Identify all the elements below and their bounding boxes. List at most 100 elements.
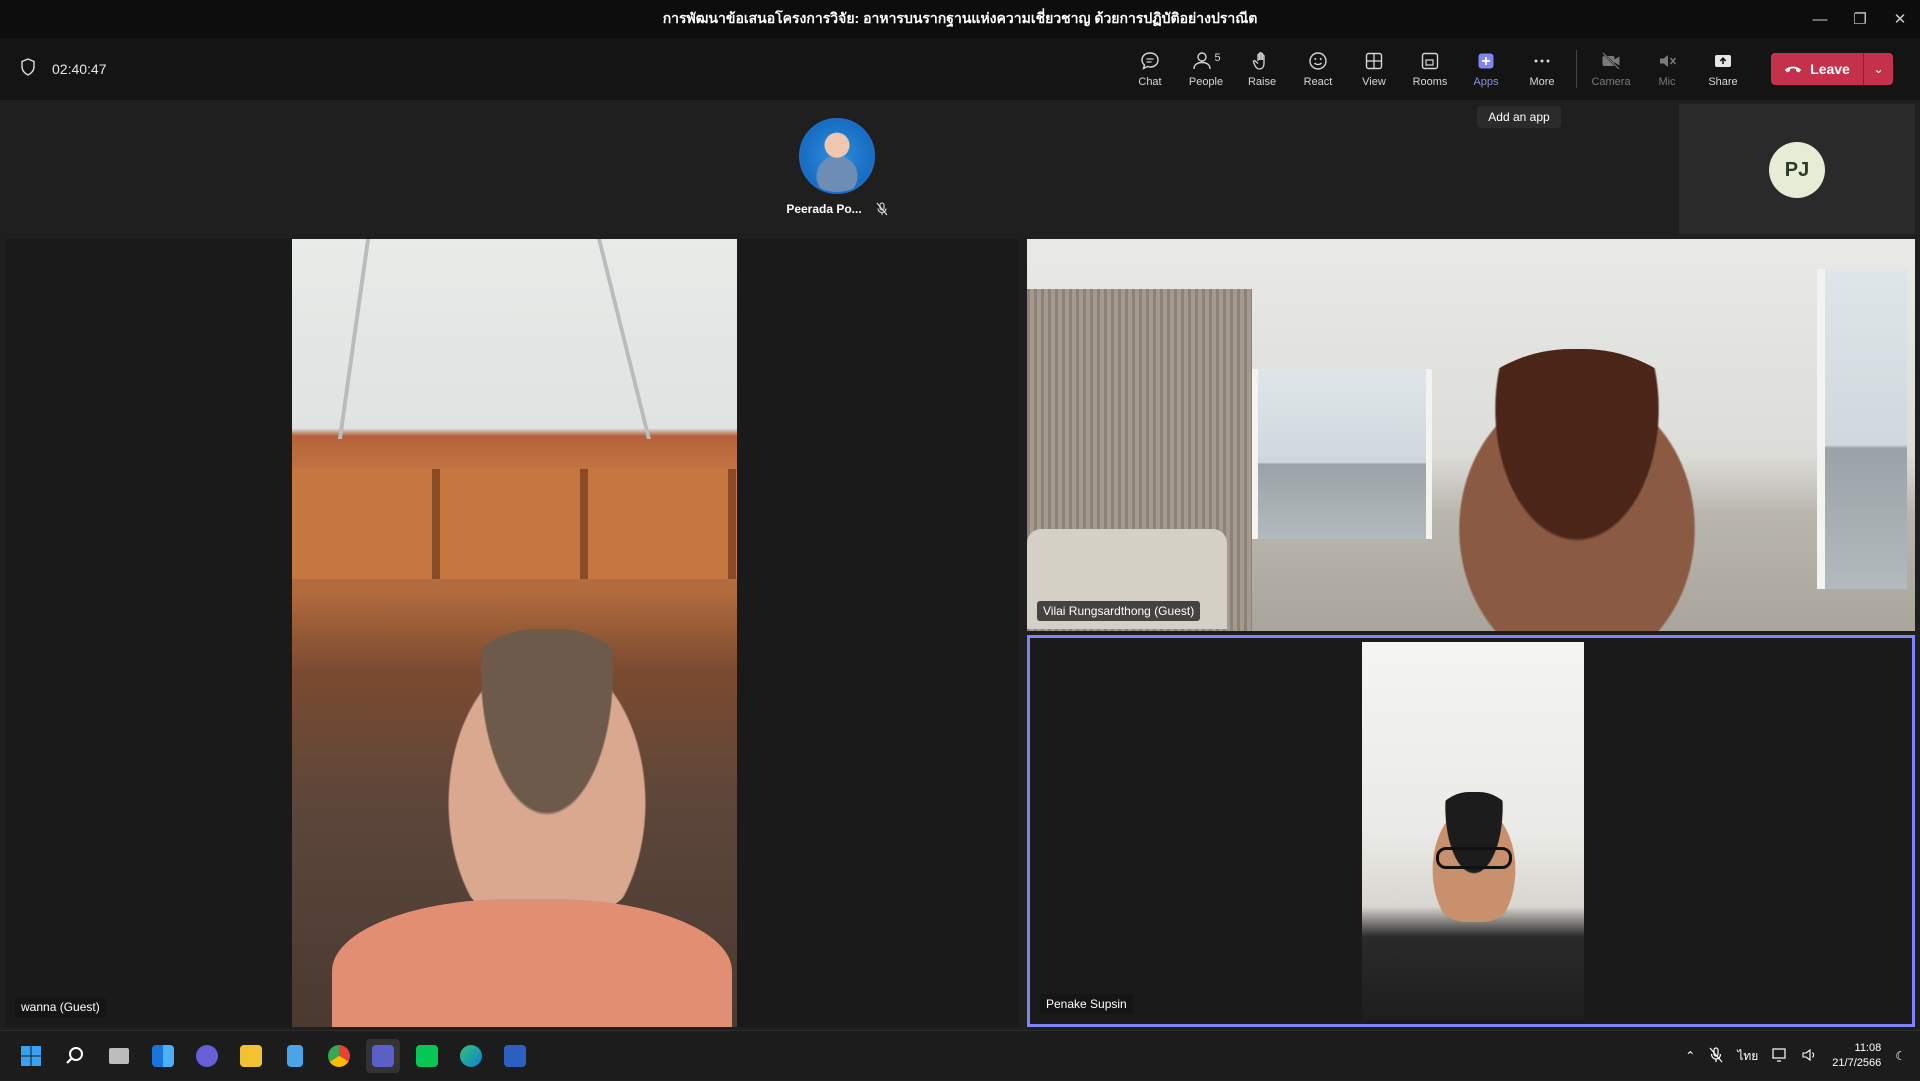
start-windows-icon[interactable] xyxy=(14,1039,48,1073)
people-icon xyxy=(1193,52,1212,70)
shield-icon xyxy=(20,58,36,79)
video-tile-wanna[interactable]: wanna (Guest) xyxy=(5,239,1019,1027)
chrome-icon[interactable] xyxy=(322,1039,356,1073)
video-feed xyxy=(292,239,737,1027)
mic-button[interactable]: Mic xyxy=(1639,44,1695,94)
participant-name: Peerada Po... xyxy=(786,202,862,216)
video-feed xyxy=(1027,239,1915,631)
task-view-icon[interactable] xyxy=(102,1039,136,1073)
leave-control: Leave ⌄ xyxy=(1771,53,1893,85)
share-label: Share xyxy=(1708,76,1738,88)
person-head xyxy=(1427,349,1727,631)
video-tile-penake[interactable]: Penake Supsin xyxy=(1027,635,1915,1027)
notepad-icon[interactable] xyxy=(278,1039,312,1073)
chat-label: Chat xyxy=(1138,76,1162,88)
person-shoulders xyxy=(332,899,732,1027)
word-icon[interactable] xyxy=(498,1039,532,1073)
network-icon[interactable] xyxy=(1772,1047,1788,1065)
title-bar: การพัฒนาข้อเสนอโครงการวิจัย: อาหารบนรากฐ… xyxy=(0,0,1920,38)
raise-label: Raise xyxy=(1247,76,1277,88)
leave-label: Leave xyxy=(1810,61,1850,77)
chevron-up-icon[interactable]: ⌃ xyxy=(1685,1049,1695,1063)
smile-icon xyxy=(1309,52,1327,70)
taskbar-apps xyxy=(14,1039,532,1073)
system-tray: ⌃ ไทย 11:08 21/7/2566 ☾ xyxy=(1685,1031,1906,1081)
avatar xyxy=(799,118,875,194)
restore-icon[interactable]: ❐ xyxy=(1840,0,1880,38)
apps-plus-icon xyxy=(1478,53,1494,69)
chevron-down-icon: ⌄ xyxy=(1873,62,1884,76)
chat-button[interactable]: Chat xyxy=(1122,44,1178,94)
share-icon xyxy=(1715,55,1731,67)
camera-button[interactable]: Camera xyxy=(1583,44,1639,94)
self-view[interactable]: PJ xyxy=(1679,104,1915,234)
cabinet-doors xyxy=(292,469,737,579)
window-sea xyxy=(1817,269,1907,589)
more-button[interactable]: More xyxy=(1514,44,1570,94)
teams-chat-icon[interactable] xyxy=(190,1039,224,1073)
leave-options-button[interactable]: ⌄ xyxy=(1863,53,1893,85)
self-avatar-initials: PJ xyxy=(1769,142,1825,198)
view-button[interactable]: View xyxy=(1346,44,1402,94)
chat-icon xyxy=(1141,52,1159,70)
clock-date: 21/7/2566 xyxy=(1832,1057,1882,1069)
apps-button[interactable]: Apps xyxy=(1458,44,1514,94)
more-label: More xyxy=(1529,76,1555,88)
participant-name: wanna (Guest) xyxy=(15,997,106,1017)
search-icon[interactable] xyxy=(58,1039,92,1073)
volume-icon[interactable] xyxy=(1802,1048,1818,1065)
mic-off-icon xyxy=(1660,55,1677,67)
share-button[interactable]: Share xyxy=(1695,44,1751,94)
timer-text: 02:40:47 xyxy=(52,60,107,77)
glasses xyxy=(1436,847,1512,869)
grid-icon xyxy=(1365,52,1383,70)
window-sea xyxy=(1252,369,1432,539)
react-button[interactable]: React xyxy=(1290,44,1346,94)
widgets-icon[interactable] xyxy=(146,1039,180,1073)
line-icon[interactable] xyxy=(410,1039,444,1073)
participant-name: Penake Supsin xyxy=(1040,994,1133,1014)
focus-moon-icon[interactable]: ☾ xyxy=(1895,1049,1906,1063)
clock-time: 11:08 xyxy=(1854,1042,1882,1054)
mic-tray-icon[interactable] xyxy=(1709,1046,1723,1066)
view-label: View xyxy=(1362,76,1386,88)
more-dots-icon xyxy=(1534,59,1550,63)
toolbar-divider xyxy=(1576,50,1577,88)
people-label: People xyxy=(1188,76,1224,88)
system-clock[interactable]: 11:08 21/7/2566 xyxy=(1832,1041,1881,1071)
minimize-icon[interactable]: — xyxy=(1800,0,1840,38)
apps-label: Apps xyxy=(1473,76,1499,88)
window-controls: — ❐ ✕ xyxy=(1800,0,1920,38)
people-count: 5 xyxy=(1214,52,1221,64)
toolbar-actions: Chat 5 People Raise React View Rooms App… xyxy=(1122,44,1893,94)
raise-hand-button[interactable]: Raise xyxy=(1234,44,1290,94)
os-taskbar: ⌃ ไทย 11:08 21/7/2566 ☾ xyxy=(0,1030,1920,1080)
meeting-toolbar: 02:40:47 Chat 5 People Raise React View xyxy=(0,38,1920,100)
input-language[interactable]: ไทย xyxy=(1737,1047,1758,1066)
mic-label: Mic xyxy=(1658,76,1676,88)
participant-name: Vilai Rungsardthong (Guest) xyxy=(1037,601,1201,621)
hand-icon xyxy=(1252,52,1265,70)
ceiling-line xyxy=(597,239,651,439)
meeting-timer: 02:40:47 xyxy=(20,58,107,79)
video-tile-vilai[interactable]: Vilai Rungsardthong (Guest) xyxy=(1027,239,1915,631)
rooms-label: Rooms xyxy=(1412,76,1448,88)
meeting-title: การพัฒนาข้อเสนอโครงการวิจัย: อาหารบนรากฐ… xyxy=(662,10,1258,26)
participant-strip: Peerada Po... xyxy=(0,100,1920,236)
leave-button[interactable]: Leave xyxy=(1771,53,1863,85)
video-feed xyxy=(1362,642,1584,1020)
teams-icon[interactable] xyxy=(366,1039,400,1073)
people-button[interactable]: 5 People xyxy=(1178,44,1234,94)
file-explorer-icon[interactable] xyxy=(234,1039,268,1073)
rooms-button[interactable]: Rooms xyxy=(1402,44,1458,94)
close-icon[interactable]: ✕ xyxy=(1880,0,1920,38)
person-head xyxy=(432,629,662,919)
camera-label: Camera xyxy=(1591,76,1631,88)
participant-peerada[interactable]: Peerada Po... xyxy=(782,118,892,219)
camera-off-icon xyxy=(1602,52,1620,70)
rooms-icon xyxy=(1421,52,1439,70)
ceiling-line xyxy=(337,239,371,439)
edge-icon[interactable] xyxy=(454,1039,488,1073)
react-label: React xyxy=(1303,76,1333,88)
mic-muted-icon xyxy=(876,202,888,219)
